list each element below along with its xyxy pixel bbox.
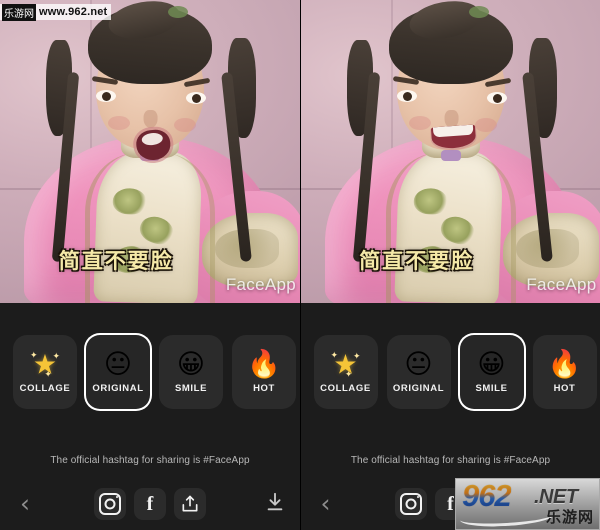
facebook-icon: f [447, 493, 454, 515]
filter-label: SMILE [475, 382, 508, 394]
panel-right-smile: 简直不要脸 FaceApp ✦ ✦ ✦ ★ COLLAGE 😐 ORIGINAL 😀… [299, 0, 600, 530]
grinning-face-icon: 😀 [477, 348, 506, 379]
filter-hot-left[interactable]: 🔥 HOT [232, 335, 296, 409]
video-subtitle: 简直不要脸 [58, 250, 174, 273]
neutral-face-icon: 😐 [103, 348, 133, 379]
filter-collage-left[interactable]: ✦ ✦ ✦ ★ COLLAGE [13, 335, 77, 409]
bottom-bar-left: ‹ f [0, 478, 300, 530]
share-button[interactable] [174, 488, 206, 520]
instagram-icon [99, 493, 121, 515]
filter-label: COLLAGE [19, 383, 71, 394]
filter-original-left[interactable]: 😐 ORIGINAL [86, 335, 150, 409]
photo-preview-original[interactable]: 简直不要脸 FaceApp 乐游网 www.962.net [0, 0, 300, 303]
logo-chinese: 乐游网 [545, 509, 594, 526]
filter-label: HOT [253, 382, 275, 394]
hashtag-note-left: The official hashtag for sharing is #Fac… [50, 455, 250, 466]
facebook-icon: f [146, 493, 154, 515]
filter-hot-right[interactable]: 🔥 HOT [532, 335, 597, 409]
panel-left-original: 简直不要脸 FaceApp 乐游网 www.962.net ✦ ✦ ✦ ★ COLL… [0, 0, 300, 530]
facebook-share-button[interactable]: f [134, 488, 166, 520]
site-watermark: 乐游网 www.962.net [0, 3, 112, 21]
filter-label: ORIGINAL [92, 382, 144, 394]
logo-swoosh [459, 505, 557, 528]
filter-original-right[interactable]: 😐 ORIGINAL [386, 335, 451, 409]
filter-smile-left[interactable]: 😀 SMILE [159, 335, 223, 409]
mouth-smiling [430, 124, 476, 150]
share-icon [182, 495, 198, 512]
hashtag-note-right: The official hashtag for sharing is #Fac… [350, 455, 551, 466]
faceapp-watermark: FaceApp [526, 275, 597, 294]
filter-label: HOT [553, 382, 576, 394]
site-watermark-url: www.962.net [39, 6, 108, 18]
filter-collage-right[interactable]: ✦ ✦ ✦ ★ COLLAGE [313, 335, 378, 409]
share-group-left: f [94, 488, 206, 520]
video-subtitle: 简直不要脸 [359, 250, 475, 273]
grinning-face-icon: 😀 [176, 348, 206, 379]
filter-label: COLLAGE [320, 383, 371, 394]
instagram-icon [399, 493, 422, 515]
site-watermark-badge: 乐游网 [2, 3, 36, 21]
logo-tld: .NET [534, 486, 578, 508]
star-icon: ✦ ✦ ✦ ★ [330, 349, 361, 380]
filter-smile-right[interactable]: 😀 SMILE [459, 335, 524, 409]
back-chevron-icon[interactable]: ‹ [14, 489, 36, 519]
photo-preview-smile[interactable]: 简直不要脸 FaceApp [300, 0, 600, 303]
faceapp-watermark: FaceApp [225, 275, 296, 294]
back-chevron-icon[interactable]: ‹ [315, 489, 337, 519]
filter-strip-right: ✦ ✦ ✦ ★ COLLAGE 😐 ORIGINAL 😀 SMILE 🔥 HOT [300, 303, 600, 441]
download-button[interactable] [264, 490, 286, 519]
star-icon: ✦ ✦ ✦ ★ [30, 349, 60, 380]
neutral-face-icon: 😐 [404, 348, 433, 379]
fire-icon: 🔥 [247, 348, 281, 379]
filter-label: ORIGINAL [392, 382, 445, 394]
faceapp-comparison-screenshot: 简直不要脸 FaceApp 乐游网 www.962.net ✦ ✦ ✦ ★ COLL… [0, 0, 600, 530]
fire-icon: 🔥 [547, 348, 582, 379]
download-icon [267, 492, 283, 510]
filter-label: SMILE [174, 382, 208, 394]
filter-strip-left: ✦ ✦ ✦ ★ COLLAGE 😐 ORIGINAL 😀 SMILE 🔥 HOT [0, 303, 300, 441]
instagram-share-button[interactable] [94, 488, 126, 520]
site-logo-overlay: 962 .NET 乐游网 [455, 478, 600, 530]
instagram-share-button[interactable] [394, 488, 427, 520]
